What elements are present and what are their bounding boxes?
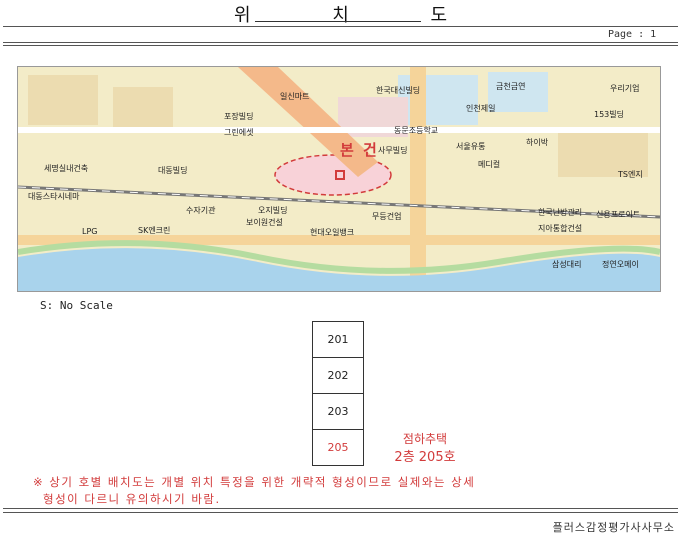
location-map: 본 건 일신마트 포장빌딩 그린에셋 대동빌딩 한국대신빌딩 금천금연 동문조등…: [17, 66, 661, 292]
map-label: 보이원건설: [246, 218, 283, 227]
map-label: 지아통합건설: [538, 224, 583, 233]
map-label: 일신마트: [280, 92, 310, 101]
map-label: 우리기업: [610, 84, 640, 93]
warning-line2: 형성이 다르니 유의하시기 바람.: [43, 492, 221, 506]
map-label: 한국대신빌딩: [376, 86, 421, 95]
map-label-target: 본 건: [340, 141, 379, 159]
map-label: 무등건업: [372, 212, 402, 221]
map-label: 신용프로이트: [596, 210, 641, 219]
unit-cell: 202: [312, 357, 364, 393]
note-line2: 2층 205호: [394, 450, 456, 465]
map-label: SK엔크린: [138, 226, 171, 235]
header-rule-top: [3, 26, 678, 27]
warning-text: ※ 상기 호별 배치도는 개별 위치 특정을 위한 개략적 형성이므로 실제와는…: [33, 474, 653, 508]
warning-line1: ※ 상기 호별 배치도는 개별 위치 특정을 위한 개략적 형성이므로 실제와는…: [33, 475, 476, 489]
map-label: 인천제일: [466, 104, 496, 113]
map-graphic: [18, 67, 660, 291]
map-label: 동문조등학교: [394, 126, 439, 135]
footer-rule-2: [3, 512, 678, 513]
title-underline: [255, 21, 421, 22]
header-rule-1: [3, 42, 678, 43]
map-label: TS엔지: [618, 170, 643, 179]
map-label: 대동빌딩: [158, 166, 188, 175]
map-label: 현대오일뱅크: [310, 228, 355, 237]
map-label: 하이박: [526, 138, 549, 147]
unit-cell: 203: [312, 393, 364, 429]
map-label: 그린에셋: [224, 128, 254, 137]
footer-rule-1: [3, 508, 678, 509]
map-label: 메디컬: [478, 160, 501, 169]
map-label: LPG: [82, 227, 98, 236]
scale-label: S: No Scale: [40, 299, 113, 312]
map-label: 정연오메이: [602, 260, 639, 269]
map-label: 사무빌딩: [378, 146, 408, 155]
unit-cell: 201: [312, 321, 364, 357]
unit-cell-highlighted: 205: [312, 429, 364, 466]
map-label: 오지빌딩: [258, 206, 288, 215]
map-label: 수자기관: [186, 206, 216, 215]
footer-office-name: 플러스감정평가사사무소: [552, 521, 675, 534]
note-line1: 점하추택: [402, 432, 448, 446]
map-label: 세명실내건축: [44, 164, 89, 173]
page-number: Page : 1: [608, 29, 657, 40]
map-label: 포장빌딩: [224, 112, 254, 121]
map-label: 한국난방관리: [538, 208, 583, 217]
header-rule-2: [3, 45, 678, 46]
map-label: 대동스타시네마: [28, 192, 80, 201]
map-label: 금천금연: [496, 82, 526, 91]
map-label: 153빌딩: [594, 110, 624, 119]
map-label: 삼성대리: [552, 260, 582, 269]
map-label: 서울유통: [456, 142, 486, 151]
document-title: 위 치 도: [233, 5, 486, 26]
unit-stack: 201 202 203 205: [312, 321, 364, 466]
